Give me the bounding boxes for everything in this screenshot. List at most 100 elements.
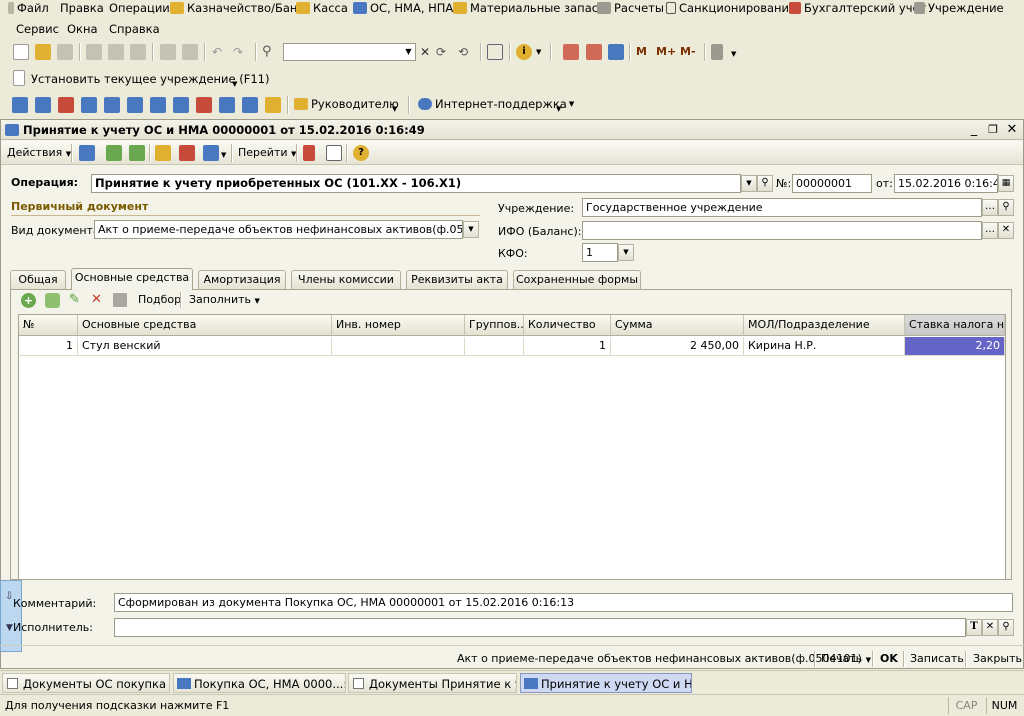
actions-menu[interactable]: Действия ▼ [7, 145, 71, 161]
minimize-icon[interactable]: _ [966, 122, 982, 138]
new-document-icon[interactable] [13, 44, 29, 60]
goto-menu[interactable]: Перейти ▼ [238, 145, 296, 161]
menu-windows[interactable]: Окна [67, 20, 98, 38]
report-7-icon[interactable] [150, 97, 166, 113]
menu-service[interactable]: Сервис [16, 20, 59, 38]
col-header-tax-rate[interactable]: Ставка налога н... [905, 315, 1005, 336]
tab-fixed-assets[interactable]: Основные средства [71, 268, 193, 290]
memory-plus-icon[interactable]: M+ [656, 44, 680, 60]
move-row-icon[interactable] [113, 293, 127, 307]
operation-search-icon[interactable]: ⚲ [757, 175, 773, 192]
comment-field[interactable]: Сформирован из документа Покупка ОС, НМА… [114, 593, 1013, 612]
report-4-icon[interactable] [81, 97, 97, 113]
info-icon[interactable]: i [516, 44, 532, 60]
post-document-icon[interactable] [79, 145, 95, 161]
tab-act-details[interactable]: Реквизиты акта [406, 270, 508, 289]
institution-select-icon[interactable]: … [982, 199, 998, 216]
operation-dropdown-icon[interactable]: ▼ [741, 175, 757, 192]
report-10-icon[interactable] [219, 97, 235, 113]
doc-type-field[interactable]: Акт о приеме-передаче объектов нефинансо… [94, 220, 463, 239]
report-12-icon[interactable] [265, 97, 281, 113]
cell-tax-rate[interactable]: 2,20 [905, 337, 1005, 356]
redo-icon[interactable]: ↷ [233, 44, 249, 60]
cell-mol[interactable]: Кирина Н.Р. [744, 337, 905, 356]
report-3-icon[interactable] [58, 97, 74, 113]
internet-support-button[interactable]: Интернет-поддержка ▼ [418, 97, 574, 111]
search-dropdown-icon[interactable]: ▼ [402, 44, 415, 60]
copy-row-icon[interactable] [45, 293, 60, 308]
print-menu[interactable]: Печать ▼ [821, 652, 871, 665]
users-icon[interactable] [608, 44, 624, 60]
doc-type-dropdown-icon[interactable]: ▼ [463, 221, 479, 238]
fill-menu[interactable]: Заполнить ▼ [189, 293, 260, 306]
kfo-dropdown-icon[interactable]: ▼ [618, 244, 634, 261]
ifo-field[interactable] [582, 221, 982, 240]
report-9-icon[interactable] [196, 97, 212, 113]
task-purchase-doc[interactable]: Покупка ОС, НМА 0000...:13 * [173, 673, 346, 693]
task-assets-purchase-docs[interactable]: Документы ОС покупка [2, 673, 170, 693]
report-11-icon[interactable] [242, 97, 258, 113]
ifo-select-icon[interactable]: … [982, 222, 998, 239]
tools-dropdown-icon[interactable]: ▼ [731, 50, 736, 58]
manager-button[interactable]: Руководителю [294, 97, 399, 111]
col-header-inv-number[interactable]: Инв. номер [332, 315, 465, 336]
col-header-number[interactable]: № [19, 315, 78, 336]
edit-row-icon[interactable]: ✎ [69, 292, 84, 308]
copy-icon[interactable] [108, 44, 124, 60]
tab-saved-forms[interactable]: Сохраненные формы [513, 270, 641, 289]
search-icon[interactable]: ⚲ [262, 44, 278, 60]
restore-icon[interactable]: ❐ [985, 122, 1001, 138]
tab-commission[interactable]: Члены комиссии [291, 270, 401, 289]
cut-icon[interactable] [86, 44, 102, 60]
calendar-button-icon[interactable]: ▦ [998, 175, 1014, 192]
cell-asset[interactable]: Стул венский [78, 337, 332, 356]
help-icon[interactable]: ? [353, 145, 369, 161]
refresh-icon[interactable] [106, 145, 122, 161]
col-header-mol[interactable]: МОЛ/Подразделение [744, 315, 905, 336]
memory-minus-icon[interactable]: M- [680, 44, 704, 60]
institution-field[interactable]: Государственное учреждение [582, 198, 982, 217]
tab-depreciation[interactable]: Амортизация [198, 270, 286, 289]
executor-text-icon[interactable]: T [966, 619, 982, 636]
print-icon[interactable] [160, 44, 176, 60]
memory-icon[interactable]: M [636, 44, 652, 60]
print-form-link[interactable]: Акт о приеме-передаче объектов нефинансо… [457, 652, 862, 665]
menu-inventory[interactable]: Материальные запасы [453, 0, 607, 17]
col-header-asset[interactable]: Основные средства [78, 315, 332, 336]
cell-number[interactable]: 1 [19, 337, 78, 356]
clear-search-icon[interactable]: ✕ [418, 44, 432, 60]
add-row-icon[interactable]: + [21, 293, 36, 308]
manager-dropdown-icon[interactable]: ▼ [392, 105, 397, 113]
pick-button[interactable]: Подбор [138, 293, 181, 306]
tools-icon[interactable] [711, 44, 723, 60]
report-8-icon[interactable] [173, 97, 189, 113]
search-input[interactable] [283, 43, 416, 61]
report-2-icon[interactable] [35, 97, 51, 113]
based-on-icon[interactable] [155, 145, 171, 161]
number-field[interactable]: 00000001 [792, 174, 872, 193]
menu-accounting[interactable]: Бухгалтерский учет [789, 0, 926, 17]
set-institution-dropdown-icon[interactable]: ▼ [232, 80, 237, 88]
journal-icon[interactable] [326, 145, 342, 161]
menu-file[interactable]: Файл [8, 0, 49, 17]
executor-field[interactable] [114, 618, 966, 637]
menu-edit[interactable]: Правка [60, 0, 104, 17]
dt-kt-icon[interactable] [303, 145, 315, 161]
menu-assets[interactable]: ОС, НМА, НПА [353, 0, 453, 17]
institution-search-icon[interactable]: ⚲ [998, 199, 1014, 216]
find-next-icon[interactable]: ⟳ [436, 44, 452, 60]
menu-sanction[interactable]: Санкционирование [666, 0, 796, 17]
find-prev-icon[interactable]: ⟲ [458, 44, 474, 60]
windows-icon[interactable] [487, 44, 503, 60]
menu-settlements[interactable]: Расчеты [597, 0, 664, 17]
undo-icon[interactable]: ↶ [212, 44, 228, 60]
cell-quantity[interactable]: 1 [524, 337, 611, 356]
menu-operations[interactable]: Операции [109, 0, 170, 17]
cell-group[interactable] [465, 337, 524, 356]
side-panel-handle[interactable]: ⇩ ▼ [0, 580, 22, 652]
col-header-group[interactable]: Группов... [465, 315, 524, 336]
kfo-field[interactable]: 1 [582, 243, 618, 262]
paste-icon[interactable] [130, 44, 146, 60]
close-button[interactable]: Закрыть [973, 652, 1022, 665]
movements-icon[interactable] [203, 145, 219, 161]
